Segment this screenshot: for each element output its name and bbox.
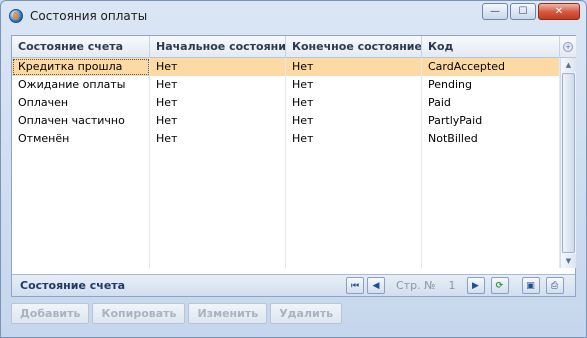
print-icon[interactable]: ⎙ — [545, 277, 564, 294]
initial-state-cell: Нет — [150, 76, 286, 94]
column-header-state[interactable]: Состояние счета — [12, 36, 150, 58]
state-cell: Кредитка прошла — [12, 58, 150, 76]
state-cell: Ожидание оплаты — [12, 76, 150, 94]
column-chooser[interactable]: + — [560, 36, 576, 58]
code-cell: PartlyPaid — [422, 112, 560, 130]
action-bar: Добавить Копировать Изменить Удалить — [11, 303, 343, 324]
maximize-button[interactable]: ☐ — [510, 3, 536, 20]
copy-button[interactable]: Копировать — [92, 303, 186, 324]
title-bar: Состояния оплаты — ☐ ✕ — [1, 1, 586, 31]
state-cell: Оплачен — [12, 94, 150, 112]
page-number: 1 — [448, 279, 456, 292]
page-label: Стр. № — [396, 279, 436, 292]
initial-state-cell: Нет — [150, 94, 286, 112]
window-title: Состояния оплаты — [30, 9, 148, 23]
minimize-button[interactable]: — — [482, 3, 508, 20]
table-row[interactable]: Кредитка прошла Нет Нет CardAccepted — [12, 58, 560, 76]
initial-state-cell: Нет — [150, 112, 286, 130]
scroll-thumb[interactable] — [562, 73, 575, 253]
scroll-up-arrow-icon[interactable]: ▲ — [561, 58, 576, 72]
refresh-icon[interactable]: ⟳ — [490, 277, 509, 294]
grid-footer: Состояние счета ⏮ ◀ Стр. № 1 ▶ ⟳ ▣ ⎙ — [12, 274, 575, 296]
final-state-cell: Нет — [286, 94, 422, 112]
next-page-icon[interactable]: ▶ — [466, 277, 485, 294]
pager: ⏮ ◀ Стр. № 1 ▶ ⟳ ▣ ⎙ — [346, 277, 564, 294]
state-cell: Отменён — [12, 130, 150, 148]
code-cell: Paid — [422, 94, 560, 112]
initial-state-cell: Нет — [150, 130, 286, 148]
close-button[interactable]: ✕ — [538, 3, 580, 20]
state-cell: Оплачен частично — [12, 112, 150, 130]
final-state-cell: Нет — [286, 58, 422, 76]
vertical-scrollbar[interactable]: ▲ ▼ — [560, 58, 576, 268]
globe-icon — [9, 9, 23, 23]
code-cell: NotBilled — [422, 130, 560, 148]
plus-icon: + — [563, 41, 573, 52]
code-cell: CardAccepted — [422, 58, 560, 76]
scroll-down-arrow-icon[interactable]: ▼ — [561, 254, 576, 268]
column-header-final-state[interactable]: Конечное состояние — [286, 36, 422, 58]
table-row[interactable]: Отменён Нет Нет NotBilled — [12, 130, 560, 148]
table-row[interactable]: Оплачен Нет Нет Paid — [12, 94, 560, 112]
grid-panel: Состояние счета Начальное состояние Коне… — [11, 35, 576, 297]
edit-button[interactable]: Изменить — [188, 303, 268, 324]
final-state-cell: Нет — [286, 130, 422, 148]
final-state-cell: Нет — [286, 112, 422, 130]
final-state-cell: Нет — [286, 76, 422, 94]
first-page-icon[interactable]: ⏮ — [346, 277, 364, 294]
prev-page-icon[interactable]: ◀ — [367, 277, 385, 294]
add-button[interactable]: Добавить — [11, 303, 90, 324]
payment-states-window: Состояния оплаты — ☐ ✕ Состояние счета Н… — [0, 0, 587, 338]
initial-state-cell: Нет — [150, 58, 286, 76]
grid-rows: Кредитка прошла Нет Нет CardAccepted Ожидани… — [12, 58, 560, 268]
code-cell: Pending — [422, 76, 560, 94]
save-icon[interactable]: ▣ — [521, 277, 540, 294]
column-header-initial-state[interactable]: Начальное состояние — [150, 36, 286, 58]
table-row[interactable]: Оплачен частично Нет Нет PartlyPaid — [12, 112, 560, 130]
grid-header: Состояние счета Начальное состояние Коне… — [12, 36, 560, 58]
table-row[interactable]: Ожидание оплаты Нет Нет Pending — [12, 76, 560, 94]
delete-button[interactable]: Удалить — [270, 303, 343, 324]
window-controls: — ☐ ✕ — [482, 3, 580, 20]
footer-title: Состояние счета — [20, 279, 126, 292]
column-header-code[interactable]: Код — [422, 36, 560, 58]
